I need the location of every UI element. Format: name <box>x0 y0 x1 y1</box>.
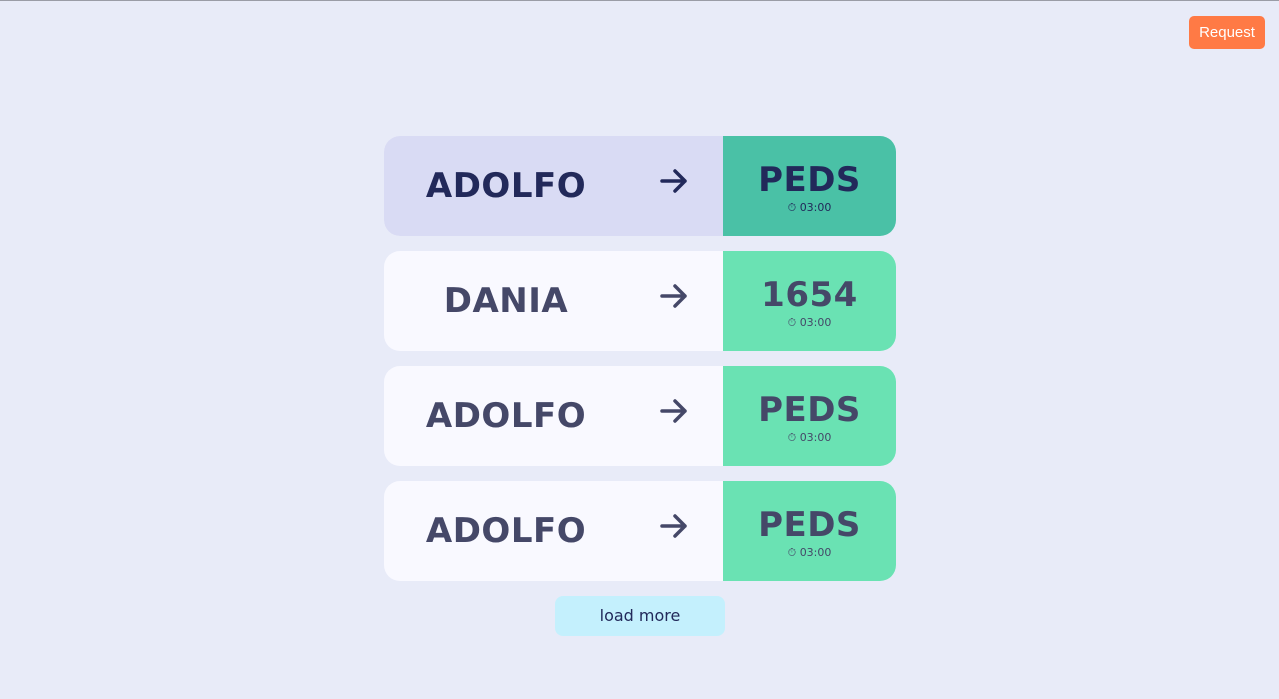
patient-name: ADOLFO <box>425 166 587 206</box>
time-value: 03:00 <box>799 201 832 214</box>
transfer-destination: 1654 ⏱ 03:00 <box>723 251 896 351</box>
patient-name: DANIA <box>443 281 569 321</box>
load-more-button[interactable]: load more <box>555 596 725 636</box>
request-button[interactable]: Request <box>1189 16 1265 49</box>
transfer-card[interactable]: ADOLFO PEDS ⏱ 03:00 <box>384 481 896 581</box>
destination-label: PEDS <box>758 160 861 200</box>
transfer-destination: PEDS ⏱ 03:00 <box>723 366 896 466</box>
patient-name: ADOLFO <box>425 511 587 551</box>
transfer-time: ⏱ 03:00 <box>723 315 896 331</box>
transfer-card[interactable]: DANIA 1654 ⏱ 03:00 <box>384 251 896 351</box>
transfer-source: ADOLFO <box>384 136 723 236</box>
arrow-right-icon <box>660 169 687 193</box>
time-value: 03:00 <box>799 431 832 444</box>
transfer-time: ⏱ 03:00 <box>723 200 896 216</box>
transfer-source: ADOLFO <box>384 481 723 581</box>
transfer-source: ADOLFO <box>384 366 723 466</box>
transfer-destination: PEDS ⏱ 03:00 <box>723 481 896 581</box>
window-top-border <box>0 0 1279 1</box>
transfer-card[interactable]: ADOLFO PEDS ⏱ 03:00 <box>384 366 896 466</box>
destination-label: PEDS <box>758 505 861 545</box>
arrow-right-icon <box>660 514 687 538</box>
stopwatch-icon: ⏱ <box>787 546 797 559</box>
destination-label: 1654 <box>761 275 858 315</box>
patient-name: ADOLFO <box>425 396 587 436</box>
stopwatch-icon: ⏱ <box>787 316 797 329</box>
arrow-right-icon <box>660 284 687 308</box>
transfer-source: DANIA <box>384 251 723 351</box>
arrow-right-icon <box>660 399 687 423</box>
stopwatch-icon: ⏱ <box>787 201 797 214</box>
time-value: 03:00 <box>799 546 832 559</box>
transfer-time: ⏱ 03:00 <box>723 430 896 446</box>
transfer-time: ⏱ 03:00 <box>723 545 896 561</box>
destination-label: PEDS <box>758 390 861 430</box>
stopwatch-icon: ⏱ <box>787 431 797 444</box>
transfer-destination: PEDS ⏱ 03:00 <box>723 136 896 236</box>
time-value: 03:00 <box>799 316 832 329</box>
transfer-card[interactable]: ADOLFO PEDS ⏱ 03:00 <box>384 136 896 236</box>
transfer-list: ADOLFO PEDS ⏱ 03:00 DANIA 1654 ⏱ 03:00 A… <box>384 136 896 596</box>
